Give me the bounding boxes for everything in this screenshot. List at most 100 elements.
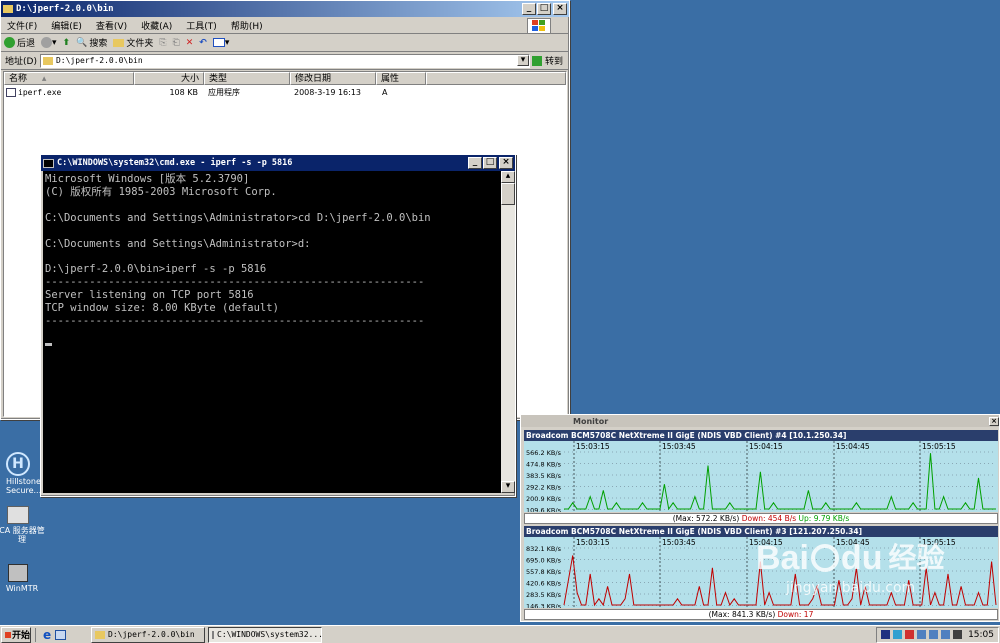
menu-file[interactable]: 文件(F) <box>7 19 37 32</box>
stat-up: Up: 9.79 KB/s <box>798 514 850 523</box>
cmd-line <box>45 199 501 212</box>
menu-edit[interactable]: 编辑(E) <box>51 19 82 32</box>
back-arrow-icon <box>4 37 15 48</box>
back-button[interactable]: 后退 <box>4 36 35 49</box>
monitor-titlebar[interactable]: Monitor × <box>521 415 999 427</box>
monitor-panel-nic4: Broadcom BCM5708C NetXtreme II GigE (NDI… <box>524 430 998 524</box>
sort-up-icon: ▴ <box>41 74 47 84</box>
time-label: 15:03:15 <box>576 538 610 547</box>
column-size[interactable]: 大小 <box>134 72 204 85</box>
folder-icon <box>42 56 53 65</box>
ie-icon[interactable]: e <box>43 628 51 642</box>
tray-icon-b[interactable] <box>893 630 903 639</box>
y-axis-label: 832.1 KB/s <box>526 545 562 553</box>
tray-icon-c[interactable] <box>905 630 915 639</box>
winmtr-icon <box>8 564 28 582</box>
cmd-line: (C) 版权所有 1985-2003 Microsoft Corp. <box>45 185 277 198</box>
column-type[interactable]: 类型 <box>204 72 290 85</box>
network-icon[interactable] <box>917 630 927 639</box>
network-icon-2[interactable] <box>929 630 939 639</box>
cmd-scrollbar[interactable]: ▴ ▾ <box>501 171 515 493</box>
move-to-button[interactable]: ⎘ <box>159 38 166 48</box>
menu-help[interactable]: 帮助(H) <box>231 19 263 32</box>
delete-button[interactable]: ✕ <box>186 38 194 48</box>
column-modified[interactable]: 修改日期 <box>290 72 376 85</box>
stat-down: Down: 454 B/s <box>741 514 799 523</box>
menu-view[interactable]: 查看(V) <box>96 19 127 32</box>
cmd-cursor <box>45 342 52 346</box>
windows-logo-icon <box>527 18 551 34</box>
file-row[interactable]: iperf.exe 108 KB 应用程序 2008-3-19 16:13 A <box>4 85 566 99</box>
explorer-menubar: 文件(F) 编辑(E) 查看(V) 收藏(A) 工具(T) 帮助(H) <box>1 17 569 34</box>
monitor-close-button[interactable]: × <box>989 416 999 426</box>
address-label: 地址(D) <box>5 57 37 67</box>
exe-file-icon <box>6 87 16 97</box>
up-folder-button[interactable]: ⬆ <box>63 38 71 48</box>
cmd-titlebar[interactable]: C:\WINDOWS\system32\cmd.exe - iperf -s -… <box>41 155 515 171</box>
taskbar: 开始 e D:\jperf-2.0.0\bin C:\WINDOWS\syste… <box>0 625 1000 643</box>
address-input[interactable]: D:\jperf-2.0.0\bin ▾ <box>39 53 530 68</box>
file-modified-cell: 2008-3-19 16:13 <box>294 87 361 97</box>
traffic-trace <box>564 453 996 511</box>
y-axis-label: 283.5 KB/s <box>526 591 562 599</box>
views-button[interactable]: ▾ <box>212 38 229 48</box>
y-axis-label: 292.2 KB/s <box>526 484 562 492</box>
file-type-cell: 应用程序 <box>208 87 240 97</box>
tray-icon-d[interactable] <box>953 630 963 639</box>
delete-x-icon: ✕ <box>185 37 194 48</box>
folder-icon <box>113 38 125 47</box>
column-name[interactable]: 名称 ▴ <box>4 72 134 85</box>
cmd-maximize-button[interactable]: □ <box>483 157 497 169</box>
server-manager-icon <box>7 506 29 524</box>
cmd-line: Server listening on TCP port 5816 <box>45 289 254 302</box>
menu-tools[interactable]: 工具(T) <box>186 19 217 32</box>
scroll-up-button[interactable]: ▴ <box>501 171 515 183</box>
traffic-graph: 15:03:15 15:03:45 15:04:15 15:04:45 15:05:15… <box>524 441 998 512</box>
address-dropdown-button[interactable]: ▾ <box>516 55 529 66</box>
minimize-button[interactable]: _ <box>522 3 536 15</box>
y-axis-label: 420.6 KB/s <box>526 580 562 588</box>
quicklaunch: e <box>35 627 87 642</box>
menu-favorites[interactable]: 收藏(A) <box>141 19 172 32</box>
file-attr-cell: A <box>382 87 388 97</box>
file-name-cell: iperf.exe <box>4 87 134 97</box>
tray-icon-a[interactable] <box>881 630 891 639</box>
cmd-console[interactable]: Microsoft Windows [版本 5.2.3790] (C) 版权所有 … <box>43 171 501 493</box>
time-label: 15:03:15 <box>576 442 610 451</box>
desktop-icon-winmtr[interactable]: WinMTR <box>0 564 48 593</box>
cmd-minimize-button[interactable]: _ <box>468 157 482 169</box>
copy-to-button[interactable]: ⎗ <box>173 38 180 48</box>
show-desktop-icon[interactable] <box>55 629 67 640</box>
scroll-down-button[interactable]: ▾ <box>501 481 515 493</box>
views-grid-icon <box>212 38 225 47</box>
cmd-icon <box>212 630 214 639</box>
task-cmd[interactable]: C:\WINDOWS\system32... <box>208 626 323 643</box>
column-attributes[interactable]: 属性 <box>376 72 426 85</box>
start-button[interactable]: 开始 <box>1 626 31 643</box>
cmd-title: C:\WINDOWS\system32\cmd.exe - iperf -s -… <box>57 158 293 168</box>
cmd-close-button[interactable]: × <box>499 157 513 169</box>
explorer-titlebar[interactable]: D:\jperf-2.0.0\bin _ □ × <box>1 1 569 17</box>
time-label: 15:03:45 <box>662 538 696 547</box>
y-axis-label: 146.3 KB/s <box>526 603 562 609</box>
scroll-thumb[interactable] <box>501 183 515 205</box>
file-size-cell: 108 KB <box>169 87 198 97</box>
search-button[interactable]: 🔍 搜索 <box>76 36 107 50</box>
folders-button[interactable]: 文件夹 <box>113 36 153 49</box>
undo-button[interactable]: ↶ <box>199 38 207 48</box>
search-icon: 🔍 <box>76 37 88 48</box>
close-button[interactable]: × <box>553 3 567 15</box>
cmd-line: TCP window size: 8.00 KByte (default) <box>45 302 279 315</box>
folder-icon <box>3 5 13 13</box>
go-button[interactable]: 转到 <box>531 54 563 67</box>
desktop-icon-ca-server[interactable]: CA 服务器管理 <box>0 506 48 544</box>
cmd-line <box>45 225 501 238</box>
time-label: 15:04:15 <box>749 442 783 451</box>
cmd-line: C:\Documents and Settings\Administrator>… <box>45 211 431 224</box>
network-icon-3[interactable] <box>941 630 951 639</box>
maximize-button[interactable]: □ <box>537 3 551 15</box>
time-label: 15:03:45 <box>662 442 696 451</box>
task-explorer[interactable]: D:\jperf-2.0.0\bin <box>91 626 205 643</box>
forward-button[interactable]: ▾ <box>41 37 57 48</box>
cmd-icon <box>43 158 54 168</box>
